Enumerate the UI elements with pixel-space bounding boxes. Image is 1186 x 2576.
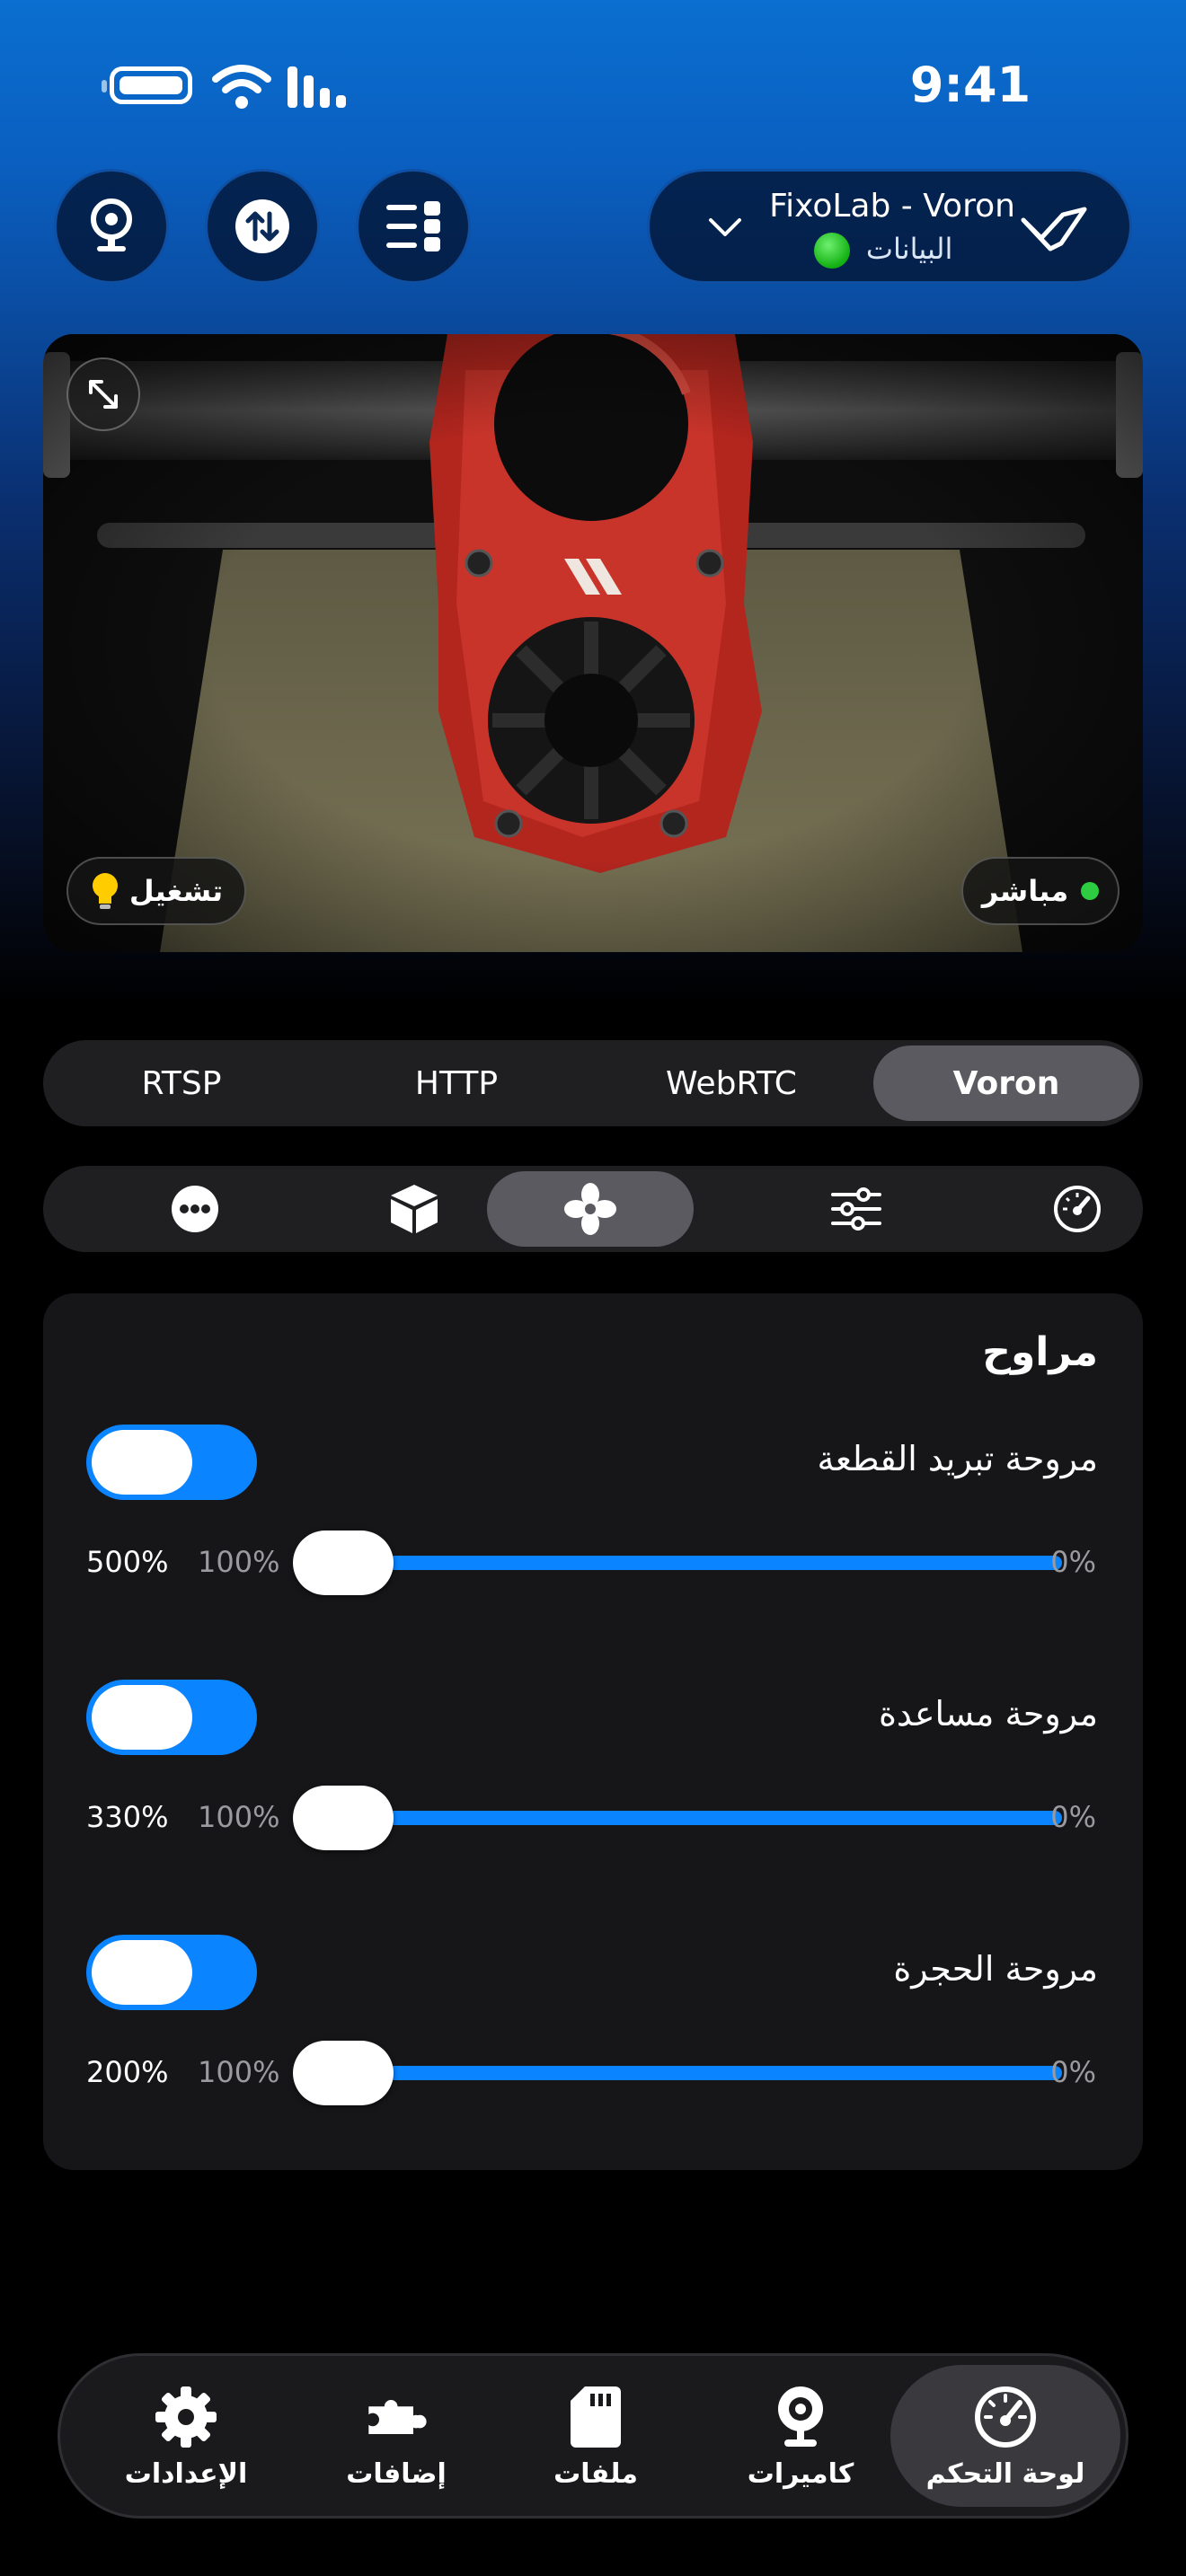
tab-plugins-label: إضافات — [346, 2457, 447, 2490]
chevron-down-icon — [709, 218, 741, 236]
fan-min-value: 0% — [1050, 1545, 1096, 1579]
fan-icon — [564, 1183, 616, 1235]
part-cooling-fan-slider[interactable] — [295, 1556, 1062, 1570]
toggle-knob — [92, 1430, 192, 1495]
tab-speed[interactable] — [974, 1171, 1181, 1247]
gauge-icon — [1054, 1186, 1101, 1232]
queue-button[interactable] — [356, 169, 471, 284]
fan-max-value: 330% — [86, 1800, 169, 1834]
puzzle-icon — [368, 2399, 427, 2434]
part-cooling-fan-label: مروحة تبريد القطعة — [817, 1439, 1098, 1478]
live-dot-icon — [1081, 882, 1100, 900]
more-icon — [172, 1186, 218, 1232]
source-rtsp-label: RTSP — [141, 1064, 222, 1102]
source-http[interactable]: HTTP — [323, 1045, 589, 1121]
expand-icon — [89, 380, 118, 409]
tab-settings[interactable]: الإعدادات — [71, 2365, 301, 2507]
control-panel-selector — [43, 1166, 1143, 1252]
printer-status: البيانات — [748, 229, 1018, 269]
tab-cameras-label: كاميرات — [747, 2457, 854, 2490]
fan-min-value: 0% — [1050, 1800, 1096, 1834]
source-webrtc-label: WebRTC — [666, 1064, 797, 1102]
transfer-button[interactable] — [205, 169, 320, 284]
wifi-icon — [212, 65, 271, 109]
cube-icon — [391, 1185, 438, 1233]
live-label: مباشر — [981, 874, 1069, 908]
tab-fans[interactable] — [487, 1171, 694, 1247]
fan-max-value: 500% — [86, 1545, 169, 1579]
fans-title: مراوح — [982, 1329, 1098, 1375]
source-rtsp[interactable]: RTSP — [49, 1045, 314, 1121]
part-cooling-fan-toggle[interactable] — [86, 1425, 257, 1500]
voron-logo-icon — [1021, 207, 1087, 251]
slider-thumb[interactable] — [293, 1531, 394, 1595]
fan-current-value: 100% — [198, 1545, 280, 1579]
chamber-fan-toggle[interactable] — [86, 1935, 257, 2010]
tab-cameras[interactable]: كاميرات — [686, 2365, 916, 2507]
webcam-icon — [91, 198, 132, 251]
source-voron[interactable]: Voron — [873, 1045, 1139, 1121]
toggle-knob — [92, 1940, 192, 2005]
tab-more[interactable] — [92, 1171, 298, 1247]
fullscreen-button[interactable] — [66, 357, 140, 431]
gear-icon — [155, 2386, 217, 2448]
fans-card: مراوح مروحة تبريد القطعة 500% 100% 0% مر… — [43, 1293, 1143, 2170]
tab-tuning[interactable] — [753, 1171, 960, 1247]
printer-status-label: البيانات — [865, 232, 953, 266]
chamber-fan-label: مروحة الحجرة — [893, 1949, 1098, 1989]
light-label: تشغيل — [128, 874, 224, 908]
source-webrtc[interactable]: WebRTC — [598, 1045, 864, 1121]
up-down-arrows-icon — [235, 199, 289, 253]
status-indicator-icon — [813, 233, 850, 269]
auxiliary-fan-slider[interactable] — [295, 1811, 1062, 1825]
webcam-icon — [778, 2386, 823, 2447]
fan-current-value: 100% — [198, 2055, 280, 2089]
light-toggle-button[interactable]: تشغيل — [66, 857, 246, 925]
camera-preview[interactable]: تشغيل مباشر — [43, 334, 1143, 952]
fan-current-value: 100% — [198, 1800, 280, 1834]
toggle-knob — [92, 1685, 192, 1750]
live-status-badge: مباشر — [961, 857, 1120, 925]
light-bulb-icon — [92, 873, 118, 909]
slider-thumb[interactable] — [293, 2041, 394, 2105]
status-time: 9:41 — [909, 57, 1031, 113]
fan-max-value: 200% — [86, 2055, 169, 2089]
sd-card-icon — [571, 2386, 621, 2448]
tab-dashboard-label: لوحة التحكم — [925, 2457, 1085, 2490]
chamber-fan-slider[interactable] — [295, 2066, 1062, 2080]
tab-files-label: ملفات — [553, 2457, 638, 2490]
tab-plugins[interactable]: إضافات — [281, 2365, 511, 2507]
source-http-label: HTTP — [414, 1064, 499, 1102]
slider-thumb[interactable] — [293, 1786, 394, 1850]
printer-selector[interactable]: FixoLab - Voron البيانات — [647, 169, 1132, 284]
auxiliary-fan-label: مروحة مساعدة — [879, 1694, 1098, 1734]
tab-bar: الإعدادات إضافات ملفات كاميرات لوحة التح… — [58, 2353, 1128, 2519]
list-icon — [386, 201, 440, 251]
fan-min-value: 0% — [1050, 2055, 1096, 2089]
battery-icon — [102, 66, 192, 104]
auxiliary-fan-toggle[interactable] — [86, 1680, 257, 1755]
printer-name: FixoLab - Voron — [769, 188, 1015, 225]
source-voron-label: Voron — [952, 1064, 1060, 1102]
tab-dashboard[interactable]: لوحة التحكم — [890, 2365, 1120, 2507]
tab-settings-label: الإعدادات — [124, 2457, 248, 2490]
cellular-signal-icon — [288, 66, 346, 108]
tab-files[interactable]: ملفات — [481, 2365, 711, 2507]
stream-source-selector: RTSP HTTP WebRTC Voron — [43, 1040, 1143, 1126]
dashboard-gauge-icon — [975, 2386, 1036, 2448]
sliders-icon — [831, 1187, 881, 1231]
webcam-button[interactable] — [54, 169, 169, 284]
